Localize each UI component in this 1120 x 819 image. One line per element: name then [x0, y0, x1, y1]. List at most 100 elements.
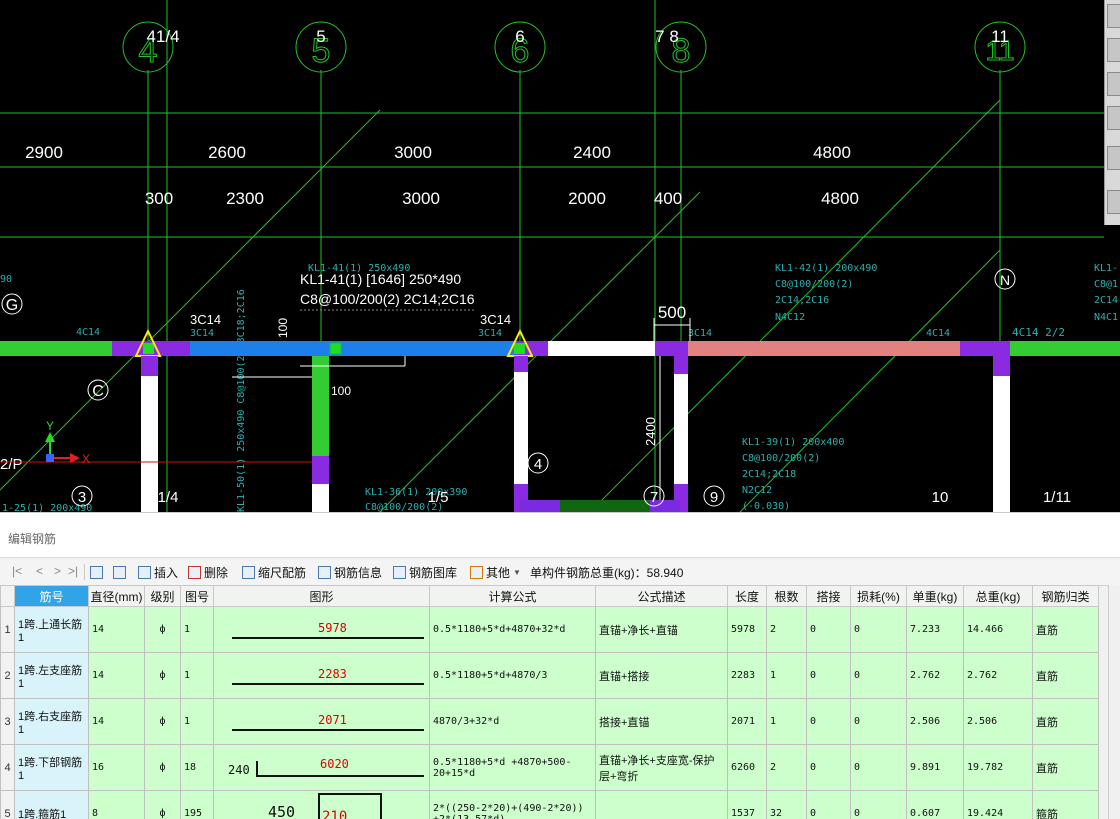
column-header[interactable]: 搭接	[807, 586, 851, 607]
column-header[interactable]: 钢筋归类	[1033, 586, 1099, 607]
cell-description[interactable]: 搭接+直锚	[596, 699, 728, 745]
cell-unit-weight[interactable]: 2.506	[907, 699, 964, 745]
cell-category[interactable]: 直筋	[1033, 607, 1099, 653]
column-header[interactable]: 计算公式	[430, 586, 596, 607]
cell-diameter[interactable]: 14	[89, 607, 145, 653]
column-header[interactable]: 公式描述	[596, 586, 728, 607]
column-header[interactable]: 长度	[728, 586, 767, 607]
cell-shape[interactable]: 2283	[214, 653, 430, 699]
cell-loss[interactable]: 0	[851, 699, 907, 745]
beam-segment[interactable]	[688, 341, 960, 356]
cell-length[interactable]: 5978	[728, 607, 767, 653]
cell-diameter[interactable]: 8	[89, 791, 145, 819]
cell-lap[interactable]: 0	[807, 745, 851, 791]
cell-diameter[interactable]: 14	[89, 699, 145, 745]
view-cube-icon[interactable]	[1107, 4, 1120, 28]
table-row[interactable]: 5 1跨.箍筋1 8 ф 195 450 210 2*((250-2*20)+(…	[1, 791, 1099, 819]
column-header[interactable]: 总重(kg)	[964, 586, 1033, 607]
cell-loss[interactable]: 0	[851, 791, 907, 819]
cell-grade[interactable]: ф	[145, 607, 181, 653]
cell-unit-weight[interactable]: 2.762	[907, 653, 964, 699]
beam-segment[interactable]	[1010, 341, 1120, 356]
cell-rebar-name[interactable]: 1跨.箍筋1	[15, 791, 89, 819]
move-down-button[interactable]	[113, 563, 126, 581]
orbit-icon[interactable]	[1107, 146, 1120, 170]
first-record-button[interactable]: |<	[12, 564, 22, 578]
column-support[interactable]	[960, 341, 1010, 356]
cad-drawing[interactable]: 4 5 6 8 11 41/4 5 6 7 8 11 2900 2600 300…	[0, 0, 1120, 512]
scale-rebar-button[interactable]: 缩尺配筋	[242, 563, 306, 581]
cell-figure-no[interactable]: 1	[181, 607, 214, 653]
cell-category[interactable]: 直筋	[1033, 745, 1099, 791]
other-menu-button[interactable]: 其他▼	[470, 563, 521, 581]
cell-category[interactable]: 箍筋	[1033, 791, 1099, 819]
cell-description[interactable]	[596, 791, 728, 819]
cell-grade[interactable]: ф	[145, 653, 181, 699]
beam-segment[interactable]	[312, 356, 329, 456]
cell-description[interactable]: 直锚+搭接	[596, 653, 728, 699]
cell-category[interactable]: 直筋	[1033, 699, 1099, 745]
column-header[interactable]: 单重(kg)	[907, 586, 964, 607]
cell-diameter[interactable]: 14	[89, 653, 145, 699]
cell-shape[interactable]: 2071	[214, 699, 430, 745]
column-header[interactable]: 直径(mm)	[89, 586, 145, 607]
grip-point[interactable]	[514, 343, 525, 354]
cell-loss[interactable]: 0	[851, 745, 907, 791]
insert-button[interactable]: 插入	[138, 563, 178, 581]
column-header[interactable]: 根数	[767, 586, 807, 607]
cell-loss[interactable]: 0	[851, 653, 907, 699]
view-settings-icon[interactable]	[1107, 190, 1120, 214]
table-row[interactable]: 2 1跨.左支座筋1 14 ф 1 2283 0.5*1180+5*d+4870…	[1, 653, 1099, 699]
cell-figure-no[interactable]: 1	[181, 699, 214, 745]
cell-count[interactable]: 32	[767, 791, 807, 819]
cell-total-weight[interactable]: 19.424	[964, 791, 1033, 819]
column-header[interactable]: 图号	[181, 586, 214, 607]
row-number[interactable]: 2	[1, 653, 15, 699]
rebar-library-button[interactable]: 钢筋图库	[393, 563, 457, 581]
row-number[interactable]: 3	[1, 699, 15, 745]
cell-count[interactable]: 2	[767, 745, 807, 791]
rebar-table[interactable]: 筋号 直径(mm) 级别 图号 图形 计算公式 公式描述 长度 根数 搭接 损耗…	[0, 585, 1120, 819]
cell-formula[interactable]: 4870/3+32*d	[430, 699, 596, 745]
grip-point[interactable]	[330, 343, 341, 354]
column-header[interactable]: 筋号	[15, 586, 89, 607]
cell-diameter[interactable]: 16	[89, 745, 145, 791]
cell-rebar-name[interactable]: 1跨.上通长筋1	[15, 607, 89, 653]
cell-figure-no[interactable]: 195	[181, 791, 214, 819]
beam-segment[interactable]	[141, 356, 158, 512]
view-top-icon[interactable]	[1107, 106, 1120, 130]
cell-figure-no[interactable]: 18	[181, 745, 214, 791]
last-record-button[interactable]: >|	[68, 564, 78, 578]
cell-grade[interactable]: ф	[145, 745, 181, 791]
cell-unit-weight[interactable]: 7.233	[907, 607, 964, 653]
next-record-button[interactable]: >	[54, 564, 61, 578]
cell-rebar-name[interactable]: 1跨.左支座筋1	[15, 653, 89, 699]
row-number[interactable]: 4	[1, 745, 15, 791]
cell-figure-no[interactable]: 1	[181, 653, 214, 699]
cell-lap[interactable]: 0	[807, 791, 851, 819]
cell-length[interactable]: 6260	[728, 745, 767, 791]
selected-beam[interactable]	[190, 341, 515, 356]
cell-formula[interactable]: 0.5*1180+5*d+4870/3	[430, 653, 596, 699]
cell-length[interactable]: 2283	[728, 653, 767, 699]
prev-record-button[interactable]: <	[36, 564, 43, 578]
cell-length[interactable]: 2071	[728, 699, 767, 745]
column-header[interactable]: 图形	[214, 586, 430, 607]
cell-formula[interactable]: 0.5*1180+5*d +4870+500-20+15*d	[430, 745, 596, 791]
cell-grade[interactable]: ф	[145, 791, 181, 819]
table-row[interactable]: 4 1跨.下部钢筋1 16 ф 18 240 6020 0.5*1180+5*d…	[1, 745, 1099, 791]
view-box-icon[interactable]	[1107, 38, 1120, 62]
cell-shape[interactable]: 240 6020	[214, 745, 430, 791]
cell-rebar-name[interactable]: 1跨.下部钢筋1	[15, 745, 89, 791]
table-row[interactable]: 3 1跨.右支座筋1 14 ф 1 2071 4870/3+32*d 搭接+直锚…	[1, 699, 1099, 745]
cell-shape[interactable]: 5978	[214, 607, 430, 653]
cell-rebar-name[interactable]: 1跨.右支座筋1	[15, 699, 89, 745]
cell-count[interactable]: 1	[767, 653, 807, 699]
cell-shape[interactable]: 450 210	[214, 791, 430, 819]
table-row[interactable]: 1 1跨.上通长筋1 14 ф 1 5978 0.5*1180+5*d+4870…	[1, 607, 1099, 653]
cell-count[interactable]: 2	[767, 607, 807, 653]
view-front-icon[interactable]	[1107, 72, 1120, 96]
cell-total-weight[interactable]: 2.762	[964, 653, 1033, 699]
cell-total-weight[interactable]: 2.506	[964, 699, 1033, 745]
cell-grade[interactable]: ф	[145, 699, 181, 745]
